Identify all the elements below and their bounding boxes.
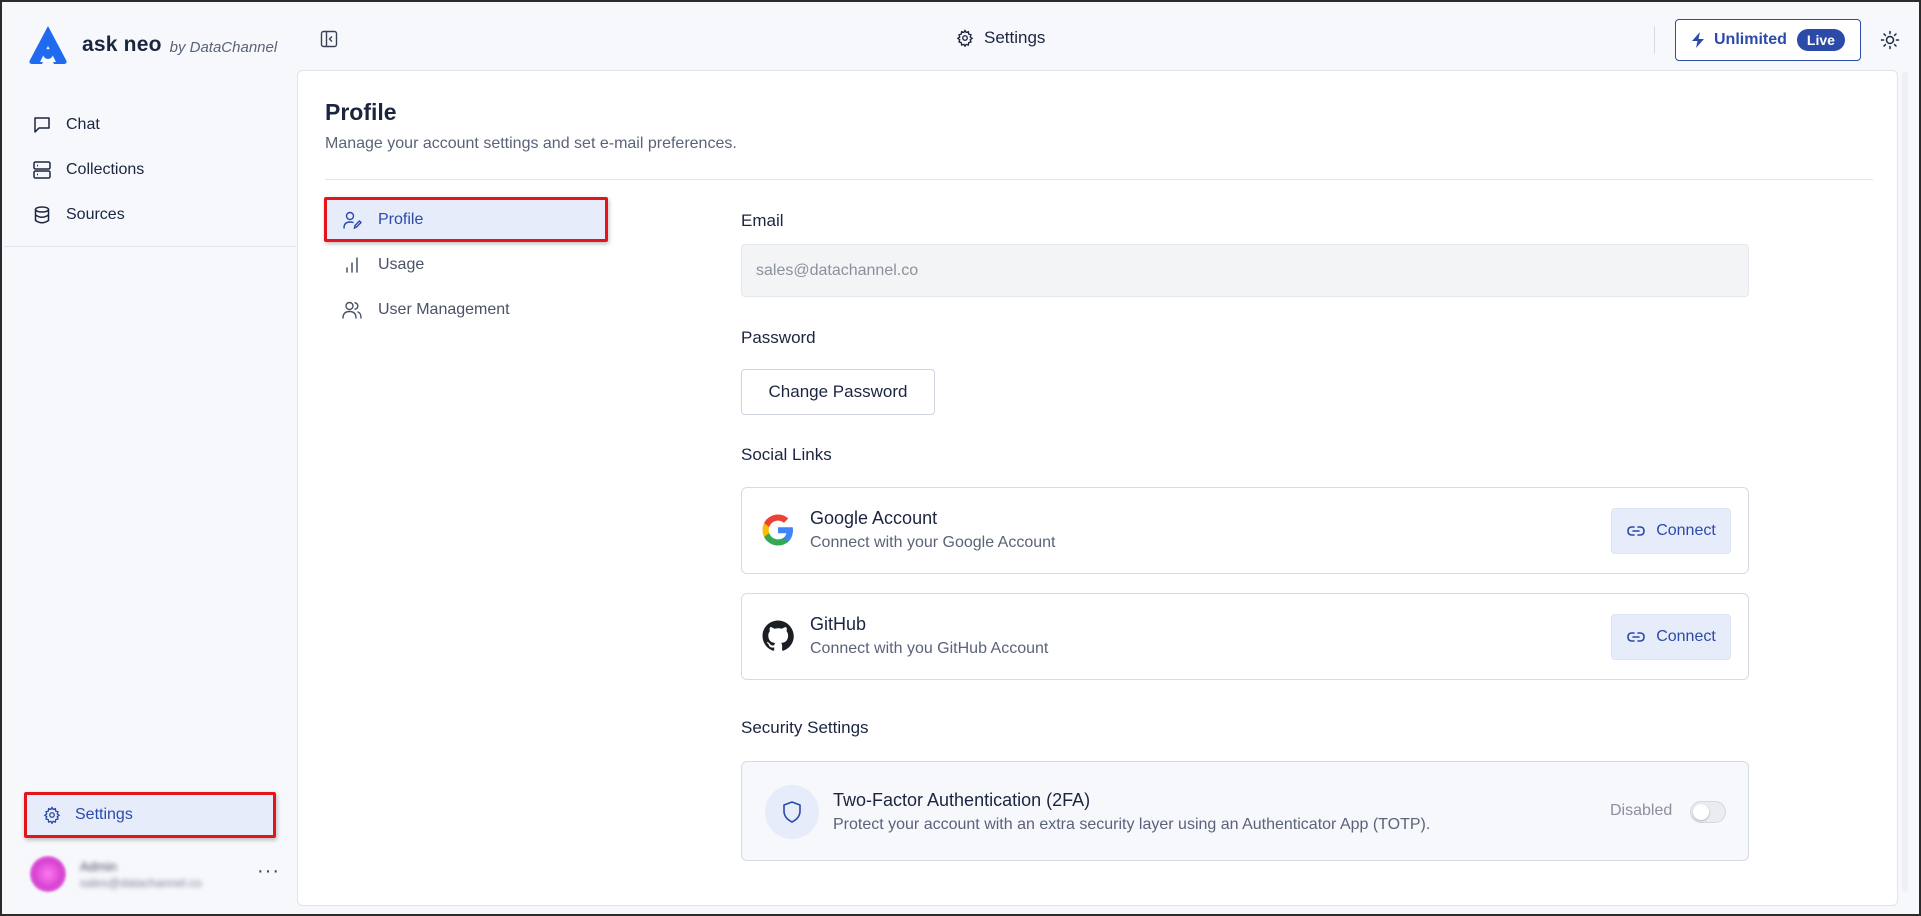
app-window: ask neo by DataChannel Chat Collections [0,0,1921,916]
security-settings-label: Security Settings [741,718,869,737]
gear-icon [43,806,61,824]
sidebar-divider [4,246,296,247]
page-subtitle: Manage your account settings and set e-m… [325,135,737,152]
subnav-item-label: Profile [378,210,424,228]
ask-neo-logo-icon [29,26,67,64]
social-name: Google Account [810,508,938,528]
password-label: Password [741,328,816,347]
google-icon [762,514,793,546]
social-desc: Connect with your Google Account [810,534,1056,551]
sun-icon[interactable] [1880,30,1900,50]
top-bar: Settings Unlimited Live [296,4,1919,72]
plan-label: Unlimited [1714,31,1787,48]
sidebar-item-label: Chat [66,115,100,133]
gear-icon [956,29,974,47]
sidebar-item-collections[interactable]: Collections [32,147,144,192]
users-icon [342,301,362,319]
sidebar-item-sources[interactable]: Sources [32,192,144,237]
email-field[interactable] [741,244,1749,297]
connect-google-button[interactable]: Connect [1611,508,1731,554]
shield-badge [765,785,819,839]
header-divider [1654,26,1655,54]
user-info: Admin sales@datachannel.co [80,859,202,890]
link-icon [1627,632,1646,642]
message-square-icon [34,116,50,133]
page-header-title: Settings [956,28,1045,48]
scrollbar[interactable] [1900,72,1910,892]
subnav-item-label: User Management [378,300,510,318]
sidebar-nav: Chat Collections Sources [32,102,144,237]
database-icon [34,205,50,223]
brand-byline: by DataChannel [169,38,278,56]
sidebar: ask neo by DataChannel Chat Collections [4,4,296,914]
header-title-text: Settings [984,28,1046,47]
subnav-item-profile[interactable]: Profile [324,197,608,242]
tfa-status: Disabled [1610,802,1673,819]
tfa-toggle[interactable] [1690,801,1726,823]
tfa-description: Protect your account with an extra secur… [833,816,1431,833]
settings-panel: Profile Manage your account settings and… [297,70,1898,906]
scrollbar-track[interactable] [1902,72,1908,892]
social-desc: Connect with you GitHub Account [810,640,1049,657]
toggle-knob [1693,804,1709,820]
link-icon [1627,526,1646,536]
github-icon [762,620,794,651]
plan-button[interactable]: Unlimited Live [1675,19,1861,61]
bar-chart-icon [346,256,358,273]
sidebar-item-label: Sources [66,205,125,223]
user-menu[interactable]: Admin sales@datachannel.co ··· [30,852,280,896]
subnav-item-label: Usage [378,255,425,273]
shield-icon [783,801,801,823]
server-icon [33,160,51,179]
sidebar-item-label: Settings [75,806,133,823]
brand[interactable]: ask neo by DataChannel [26,24,277,66]
sidebar-item-chat[interactable]: Chat [32,102,144,147]
sidebar-item-settings[interactable]: Settings [24,792,276,838]
social-links-label: Social Links [741,445,832,464]
user-email: sales@datachannel.co [80,875,202,890]
live-badge: Live [1796,29,1845,51]
page-title: Profile [325,99,397,125]
tfa-title: Two-Factor Authentication (2FA) [833,790,1091,810]
two-factor-card: Two-Factor Authentication (2FA) Protect … [741,761,1749,861]
connect-github-button[interactable]: Connect [1611,614,1731,660]
user-name: Admin [80,858,117,874]
connect-label: Connect [1656,522,1716,539]
sidebar-collapse-icon[interactable] [320,30,338,48]
header-divider [325,179,1873,180]
social-card-google: Google Account Connect with your Google … [741,487,1749,574]
change-password-button[interactable]: Change Password [741,369,935,415]
brand-name: ask neo [82,33,162,56]
subnav-item-usage[interactable]: Usage [324,242,616,287]
lightning-icon [1692,32,1704,48]
user-pen-icon [343,211,362,229]
avatar [30,856,66,892]
social-name: GitHub [810,614,867,634]
connect-label: Connect [1656,628,1716,645]
more-options-icon[interactable]: ··· [257,860,280,883]
settings-subnav: Profile Usage User Management [324,197,616,332]
email-label: Email [741,211,784,230]
social-card-github: GitHub Connect with you GitHub Account C… [741,593,1749,680]
sidebar-item-label: Collections [66,160,145,178]
subnav-item-user-management[interactable]: User Management [324,287,616,332]
